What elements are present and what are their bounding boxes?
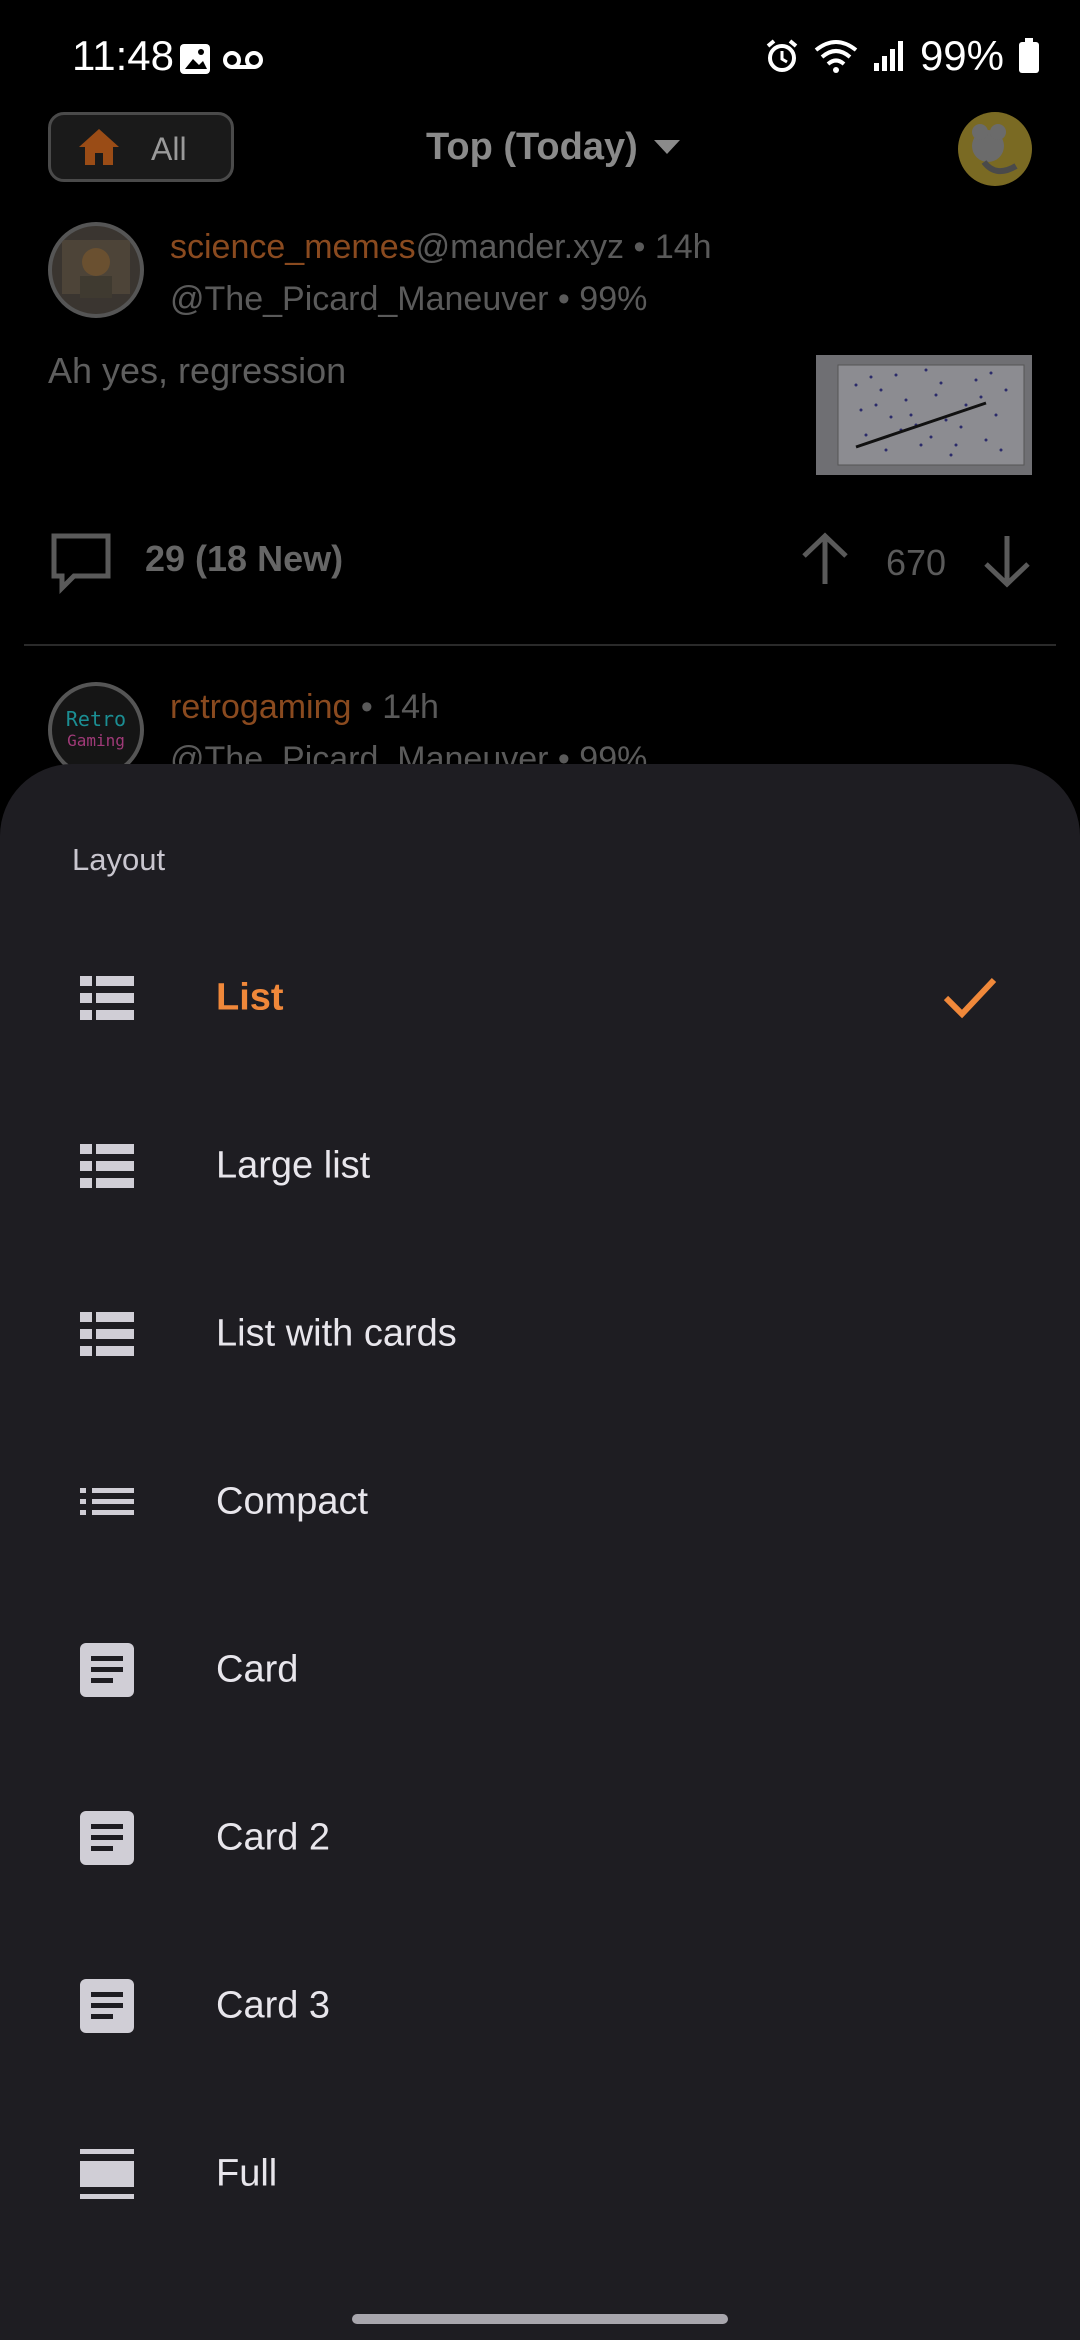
account-avatar[interactable] xyxy=(958,112,1032,186)
layout-option-list[interactable]: List xyxy=(0,914,1080,1082)
scatter-plot-thumbnail-image xyxy=(837,364,1025,466)
feed-top-bar: All Top (Today) xyxy=(0,110,1080,200)
layout-option-compact[interactable]: Compact xyxy=(0,1418,1080,1586)
home-icon xyxy=(79,129,119,165)
layout-option-label: List xyxy=(216,976,284,1019)
list-icon xyxy=(80,1144,134,1188)
post-author[interactable]: @The_Picard_Maneuver xyxy=(170,280,548,318)
post-meta-line2: @The_Picard_Maneuver • 99% xyxy=(170,280,647,319)
layout-option-full[interactable]: Full xyxy=(0,2090,1080,2258)
full-icon xyxy=(80,2149,134,2199)
upvote-arrow-icon[interactable] xyxy=(798,532,852,588)
layout-option-label: List with cards xyxy=(216,1312,457,1355)
layout-option-list-with-cards[interactable]: List with cards xyxy=(0,1250,1080,1418)
post-age: • 14h xyxy=(624,228,712,266)
community-name[interactable]: retrogaming xyxy=(170,688,351,726)
post-upvote-pct: • 99% xyxy=(548,280,648,318)
layout-option-label: Card 2 xyxy=(216,1816,331,1859)
post-divider xyxy=(24,644,1056,646)
gesture-home-indicator[interactable] xyxy=(352,2314,728,2324)
community-instance: @mander.xyz xyxy=(415,228,625,266)
signal-icon xyxy=(873,41,903,71)
feed-selector-button[interactable]: All xyxy=(48,112,234,182)
post-thumbnail[interactable] xyxy=(816,355,1032,475)
layout-option-card-3[interactable]: Card 3 xyxy=(0,1922,1080,2090)
battery-icon xyxy=(1019,38,1039,73)
chevron-down-icon[interactable] xyxy=(652,138,682,156)
retrogaming-logo-image: Retro Gaming xyxy=(66,707,126,750)
svg-text:Gaming: Gaming xyxy=(67,731,125,750)
post-age: • 14h xyxy=(351,688,439,726)
feed-background: 11:48 99% All Top (Today) science_memes@… xyxy=(0,0,1080,800)
vote-score: 670 xyxy=(886,542,947,583)
layout-option-label: Compact xyxy=(216,1480,369,1523)
list-icon xyxy=(80,1312,134,1356)
post-meta-line1: retrogaming • 14h xyxy=(170,688,439,727)
comments-icon[interactable] xyxy=(48,530,114,594)
community-avatar-image xyxy=(62,240,130,298)
feed-selector-label: All xyxy=(151,131,187,167)
checkmark-icon xyxy=(943,977,997,1019)
layout-option-label: Large list xyxy=(216,1144,371,1187)
post-meta-line1: science_memes@mander.xyz • 14h xyxy=(170,228,712,267)
downvote-arrow-icon[interactable] xyxy=(980,532,1034,588)
layout-option-card-2[interactable]: Card 2 xyxy=(0,1754,1080,1922)
battery-percent: 99% xyxy=(919,32,1004,79)
layout-option-label: Card xyxy=(216,1648,299,1691)
community-avatar[interactable] xyxy=(48,222,144,318)
post-title[interactable]: Ah yes, regression xyxy=(48,350,346,392)
alarm-icon xyxy=(766,39,798,72)
status-time: 11:48 xyxy=(72,32,174,79)
status-right-group: 99% xyxy=(764,32,1040,80)
card-icon xyxy=(80,1643,134,1697)
list-icon xyxy=(80,976,134,1020)
wifi-icon xyxy=(814,40,858,73)
layout-bottom-sheet: Layout List Large list List with cards C… xyxy=(0,764,1080,2340)
status-notification-icons xyxy=(178,42,268,81)
comment-count[interactable]: 29 (18 New) xyxy=(145,538,343,580)
layout-option-label: Full xyxy=(216,2152,278,2195)
community-name[interactable]: science_memes xyxy=(170,228,416,266)
sort-dropdown-label[interactable]: Top (Today) xyxy=(426,126,638,169)
card-icon xyxy=(80,1811,134,1865)
mouse-avatar-icon xyxy=(972,124,1018,175)
svg-text:Retro: Retro xyxy=(66,707,126,731)
card-icon xyxy=(80,1979,134,2033)
gallery-voicemail-icon xyxy=(180,44,263,74)
layout-option-card[interactable]: Card xyxy=(0,1586,1080,1754)
layout-option-large-list[interactable]: Large list xyxy=(0,1082,1080,1250)
layout-option-label: Card 3 xyxy=(216,1984,331,2027)
status-bar: 11:48 99% xyxy=(0,0,1080,116)
sheet-title: Layout xyxy=(72,842,166,877)
compact-list-icon xyxy=(80,1488,134,1515)
